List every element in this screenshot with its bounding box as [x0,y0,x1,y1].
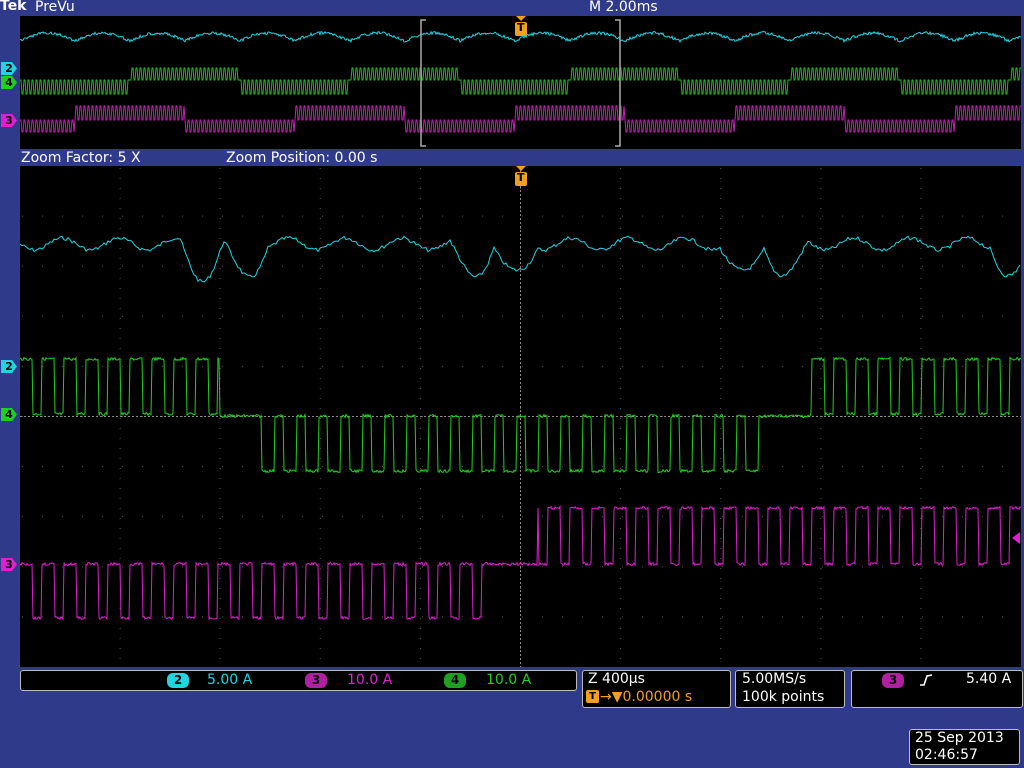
trigger-position-icon: T [586,690,599,703]
overview-ch4-trace [20,67,1021,95]
zoom-region-bracket [420,19,621,147]
time: 02:46:57 [915,747,978,763]
channel-scale-bar[interactable]: 2 5.00 A 3 10.0 A 4 10.0 A [20,670,577,691]
trigger-level: 5.40 A [966,671,1012,687]
record-length: 100k points [742,689,825,705]
ch2-scale[interactable]: 5.00 A [207,671,252,690]
trigger-position: →▼0.00000 s [600,689,693,705]
trigger-source-badge: 3 [882,673,904,688]
sample-rate: 5.00MS/s [742,671,807,687]
zoom-timebase: Z 400µs [588,671,645,687]
ch4-ground-marker[interactable]: 4 [1,408,17,421]
zoom-position: Zoom Position: 0.00 s [226,150,378,166]
overview-ch3-marker[interactable]: 3 [1,114,17,127]
datetime-box: 25 Sep 2013 02:46:57 [909,729,1020,765]
brand-logo: Tek [0,0,27,14]
ch4-badge[interactable]: 4 [444,673,466,688]
ch4-scale[interactable]: 10.0 A [486,671,531,690]
overview-ch2-marker[interactable]: 2 [1,62,17,75]
ch3-ground-marker[interactable]: 3 [1,558,17,571]
ch2-ground-marker[interactable]: 2 [1,360,17,373]
date: 25 Sep 2013 [915,730,1004,746]
zoom-factor: Zoom Factor: 5 X [21,150,141,166]
acquisition-mode: PreVu [35,0,75,15]
trigger-marker-label: T [517,21,525,34]
top-bar: Tek PreVu M 2.00ms [0,0,1024,16]
rising-edge-icon [919,673,933,687]
overview-trigger-marker: T [514,16,528,38]
overview-ch4-marker[interactable]: 4 [1,76,17,89]
zoom-graticule[interactable] [20,166,1021,667]
acquisition-box[interactable]: 5.00MS/s 100k points [735,670,845,708]
zoom-waveforms [20,166,1021,667]
ch3-badge[interactable]: 3 [305,673,327,688]
ch3-scale[interactable]: 10.0 A [347,671,392,690]
ch2-badge[interactable]: 2 [167,673,189,688]
overview-ch3-trace [20,105,1021,133]
trigger-level-marker[interactable] [1010,532,1020,544]
trigger-box[interactable]: 3 5.40 A [851,670,1023,708]
zoom-time-box[interactable]: Z 400µs T →▼0.00000 s [582,670,731,708]
zoom-trigger-marker: T [514,166,528,188]
main-timebase[interactable]: M 2.00ms [589,0,658,15]
trigger-marker-label: T [517,171,525,184]
